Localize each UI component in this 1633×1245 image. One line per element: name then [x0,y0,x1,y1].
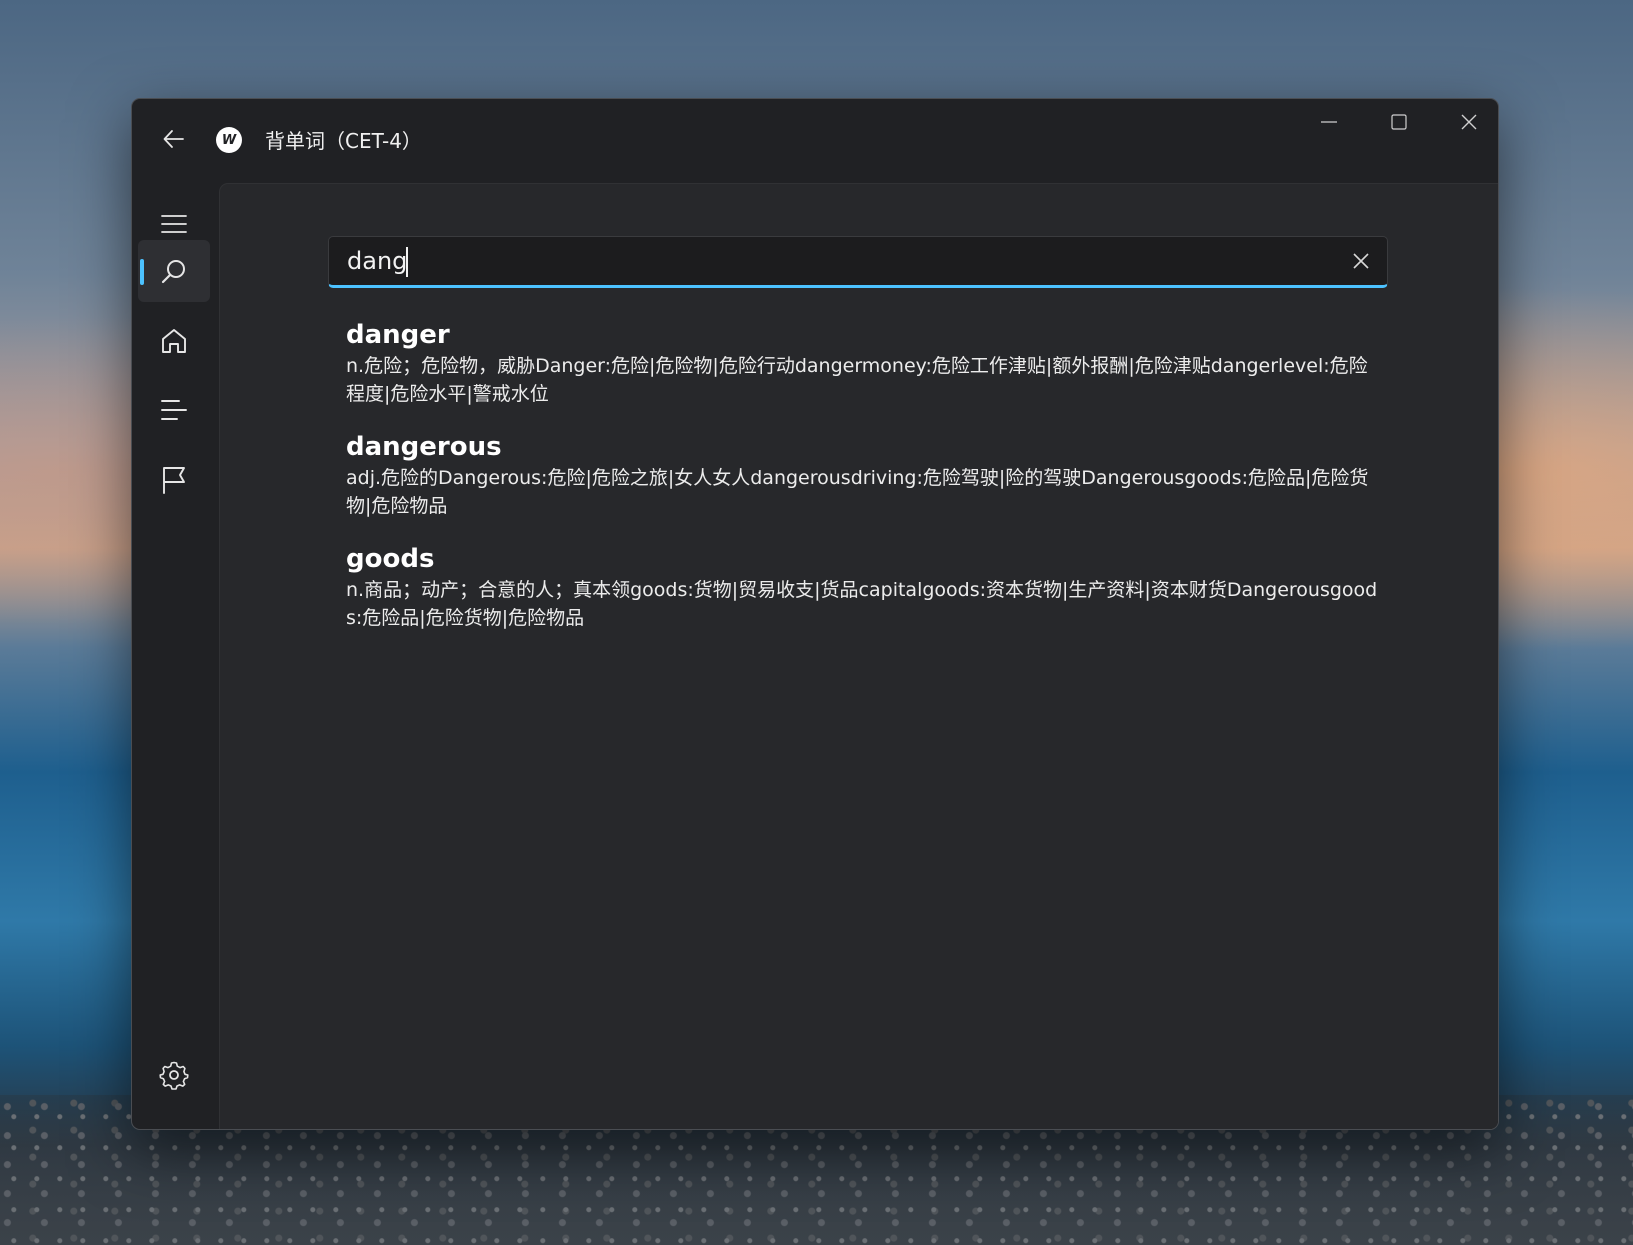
result-definition: adj.危险的Dangerous:危险|危险之旅|女人女人dangerousdr… [346,467,1369,517]
main-content: danger n.危险；危险物，威胁Danger:危险|危险物|危险行动dang… [219,183,1498,1129]
title-bar: W 背单词（CET-4） [132,99,1498,183]
flag-icon [163,467,185,494]
result-word: goods [346,544,435,574]
result-item[interactable]: dangerous adj.危险的Dangerous:危险|危险之旅|女人女人d… [346,430,1386,520]
close-button[interactable] [1445,107,1493,137]
home-icon [162,329,186,353]
result-word: dangerous [346,432,502,462]
back-arrow-icon [163,130,184,148]
nav-item-search[interactable] [138,240,210,302]
active-indicator [140,259,144,285]
search-icon [161,260,185,284]
hamburger-menu-icon [161,215,187,233]
app-window: W 背单词（CET-4） dang danger n.危险；危险物，威胁Dang… [131,98,1499,1130]
maximize-button[interactable] [1375,107,1423,137]
result-word: danger [346,320,450,350]
nav-item-list[interactable] [138,379,210,441]
list-icon [161,400,187,420]
result-definition: n.商品；动产；合意的人；真本领goods:货物|贸易收支|货品capitalg… [346,579,1378,629]
nav-item-home[interactable] [138,310,210,372]
result-definition: n.危险；危险物，威胁Danger:危险|危险物|危险行动dangermoney… [346,355,1368,405]
minimize-button[interactable] [1305,107,1353,137]
back-button[interactable] [152,117,196,161]
navigation-pane [132,183,219,1129]
text-caret [406,247,408,277]
gear-icon [159,1061,189,1090]
app-logo-letter: W [221,132,237,148]
search-input[interactable] [347,243,1307,279]
result-item[interactable]: danger n.危险；危险物，威胁Danger:危险|危险物|危险行动dang… [346,318,1386,408]
window-title: 背单词（CET-4） [265,129,422,153]
search-box[interactable] [328,236,1388,288]
nav-item-settings[interactable] [138,1044,210,1106]
nav-item-flag[interactable] [138,449,210,511]
clear-icon [1353,253,1369,269]
result-item[interactable]: goods n.商品；动产；合意的人；真本领goods:货物|贸易收支|货品ca… [346,542,1386,632]
app-logo: W [216,127,242,153]
close-icon [1461,114,1477,130]
clear-search-button[interactable] [1345,245,1377,277]
search-results: danger n.危险；危险物，威胁Danger:危险|危险物|危险行动dang… [346,318,1386,654]
maximize-icon [1391,114,1407,130]
minimize-icon [1321,121,1337,123]
